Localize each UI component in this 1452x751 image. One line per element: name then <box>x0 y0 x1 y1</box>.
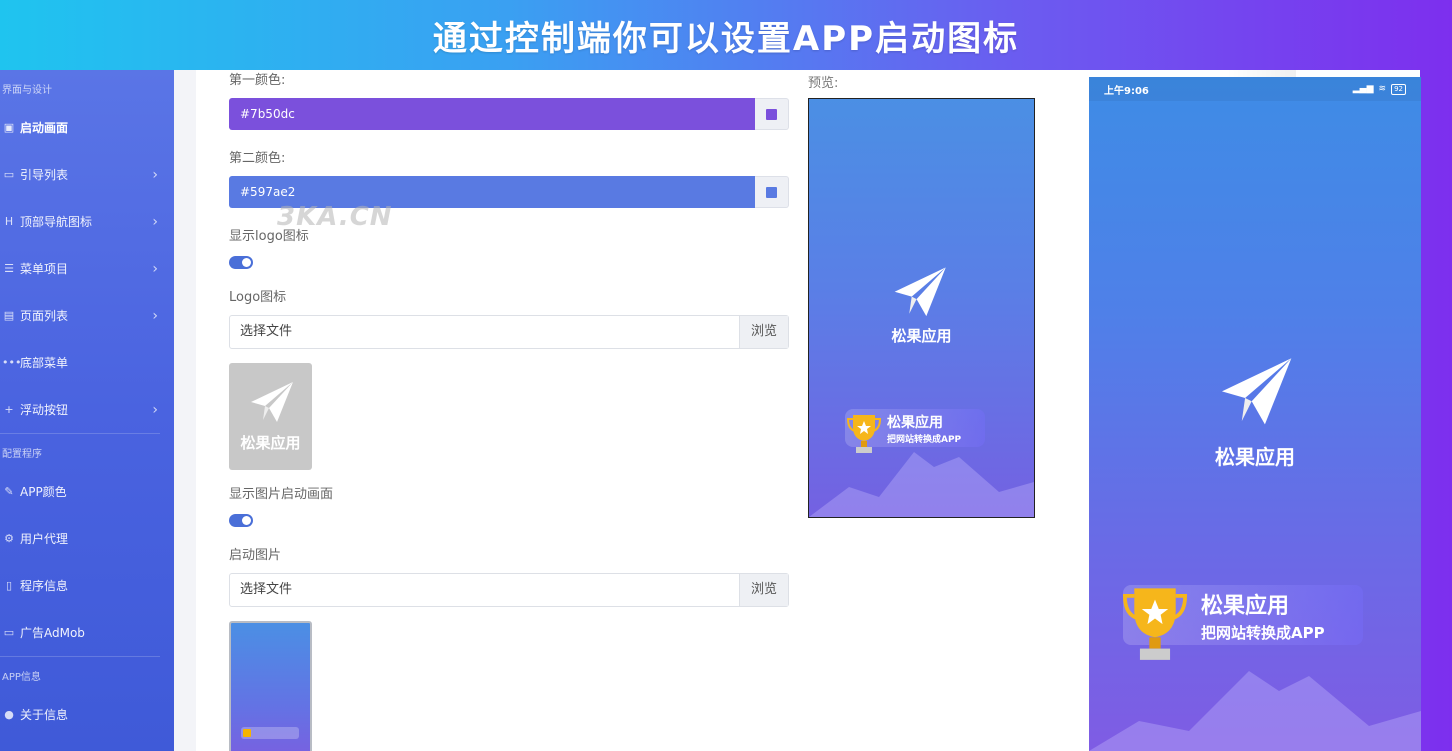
top-banner: 通过控制端你可以设置APP启动图标 <box>0 0 1452 70</box>
banner-title: 通过控制端你可以设置APP启动图标 <box>432 18 1020 59</box>
phone-ad-banner: 松果应用 把网站转换成APP <box>1123 585 1363 660</box>
color1-picker[interactable]: #7b50dc <box>229 98 789 130</box>
status-icons: ▂▄▆ ≋ 92 <box>1352 83 1406 95</box>
sidebar-item-label: APP颜色 <box>20 485 67 499</box>
show-image-label: 显示图片启动画面 <box>229 487 334 502</box>
color1-label: 第一颜色: <box>229 73 286 88</box>
sidebar-item-label: 页面列表 <box>20 309 69 323</box>
dots-icon: ••• <box>2 356 22 369</box>
logo-file-text[interactable]: 选择文件 <box>230 316 739 348</box>
color1-swatch-button[interactable] <box>755 98 789 130</box>
sidebar-item-label: 启动画面 <box>20 121 69 135</box>
chevron-right-icon: › <box>152 307 158 324</box>
logo-file-input[interactable]: 选择文件 浏览 <box>229 315 789 349</box>
sidebar-item-label: 顶部导航图标 <box>20 215 93 229</box>
ad-icon: ▭ <box>3 626 15 639</box>
sidebar-item-label: 底部菜单 <box>20 356 69 370</box>
preview-label: 预览: <box>808 76 839 91</box>
sidebar-item-label: 菜单项目 <box>20 262 69 276</box>
status-time: 上午9:06 <box>1104 85 1149 97</box>
sidebar-item[interactable]: ⚙ 用户代理 <box>0 515 174 562</box>
logo-thumb-name: 松果应用 <box>240 434 301 452</box>
splash-file-input[interactable]: 选择文件 浏览 <box>229 573 789 607</box>
paper-plane-icon <box>894 267 946 317</box>
trophy-icon <box>243 729 251 737</box>
header-icon: H <box>4 215 14 228</box>
cogs-icon: ⚙ <box>4 532 14 545</box>
sidebar-item-label: 用户代理 <box>20 532 69 546</box>
chevron-right-icon: › <box>152 260 158 277</box>
signal-icon: ▂▄▆ <box>1352 84 1374 94</box>
sidebar-item-label: 关于信息 <box>20 708 69 722</box>
sidebar-item[interactable]: <分享内容 <box>0 738 174 751</box>
color2-label: 第二颜色: <box>229 151 286 166</box>
sidebar-section-appinfo: APP信息 <box>2 672 41 683</box>
mountain-background <box>1089 671 1421 751</box>
preview-app-name: 松果应用 <box>891 327 952 345</box>
color2-swatch-button[interactable] <box>755 176 789 208</box>
paper-plane-icon <box>1221 358 1292 425</box>
splash-thumbnail <box>229 621 312 751</box>
status-bar: 上午9:06 ▂▄▆ ≋ 92 <box>1089 77 1421 101</box>
splash-settings-form: 第一颜色: #7b50dc 第二颜色: #597ae2 显示logo图标 Log… <box>229 70 789 751</box>
sidebar-section-config: 配置程序 <box>2 449 42 460</box>
sidebar-item-label: 引导列表 <box>20 168 69 182</box>
sidebar-item[interactable]: ▭ 广告AdMob <box>0 609 174 656</box>
pages-icon: ▤ <box>3 309 15 322</box>
info-icon: ● <box>4 708 14 721</box>
chevron-right-icon: › <box>152 166 158 183</box>
sidebar-item-label: 程序信息 <box>20 579 69 593</box>
paper-plane-icon <box>250 382 293 422</box>
show-logo-toggle[interactable] <box>229 256 253 269</box>
sidebar-section-design: 界面与设计 <box>2 85 52 96</box>
color2-swatch <box>766 186 777 198</box>
image-icon: ▭ <box>3 168 15 181</box>
splash-icon: ▣ <box>3 121 15 134</box>
color1-input[interactable]: #7b50dc <box>229 98 755 130</box>
splash-browse-button[interactable]: 浏览 <box>739 574 788 606</box>
watermark: 3KA.CN <box>277 202 393 232</box>
splash-image-label: 启动图片 <box>229 548 282 563</box>
sidebar-item[interactable]: ☰ 菜单项目 › <box>0 245 174 292</box>
sidebar-item[interactable]: ▯ 程序信息 <box>0 562 174 609</box>
wrench-icon: ✎ <box>4 485 14 498</box>
phone-app-name: 松果应用 <box>1215 445 1295 469</box>
plus-icon: + <box>4 403 14 416</box>
splash-preview: 松果应用 松果应用 把网站转换成APP <box>808 98 1035 518</box>
sidebar-item[interactable]: ▣ 启动画面 <box>0 104 174 151</box>
mountain-background <box>809 452 1034 517</box>
sidebar-item-label: 广告AdMob <box>20 626 85 640</box>
phone-ad-subtitle: 把网站转换成APP <box>1201 623 1325 642</box>
color1-swatch <box>766 108 777 120</box>
wifi-icon: ≋ <box>1378 84 1387 94</box>
show-image-toggle[interactable] <box>229 514 253 527</box>
sidebar-divider <box>0 656 160 657</box>
logo-browse-button[interactable]: 浏览 <box>739 316 788 348</box>
sidebar-item[interactable]: + 浮动按钮 › <box>0 386 174 433</box>
sidebar-item[interactable]: ✎ APP颜色 <box>0 468 174 515</box>
sidebar-item[interactable]: ▭ 引导列表 › <box>0 151 174 198</box>
sidebar-item[interactable]: ● 关于信息 <box>0 691 174 738</box>
sidebar-item-label: 浮动按钮 <box>20 403 69 417</box>
content-gutter <box>174 70 196 751</box>
sidebar: 界面与设计 ▣ 启动画面 ▭ 引导列表 › H 顶部导航图标 › ☰ 菜单项目 › ▤ 页面列表 › •••… <box>0 70 174 751</box>
logo-thumbnail: 松果应用 <box>229 363 312 470</box>
mobile-icon: ▯ <box>5 579 13 592</box>
chevron-right-icon: › <box>152 401 158 418</box>
logo-label: Logo图标 <box>229 290 287 305</box>
splash-file-text[interactable]: 选择文件 <box>230 574 739 606</box>
list-icon: ☰ <box>4 262 14 275</box>
chevron-right-icon: › <box>152 213 158 230</box>
phone-ad-title: 松果应用 <box>1201 593 1290 619</box>
sidebar-item[interactable]: ••• 底部菜单 <box>0 339 174 386</box>
battery-icon: 92 <box>1391 83 1406 95</box>
sidebar-item[interactable]: ▤ 页面列表 › <box>0 292 174 339</box>
sidebar-divider <box>0 433 160 434</box>
sidebar-item[interactable]: H 顶部导航图标 › <box>0 198 174 245</box>
phone-mockup: 上午9:06 ▂▄▆ ≋ 92 松果应用 松果应用 把网站转换成APP <box>1089 77 1421 751</box>
